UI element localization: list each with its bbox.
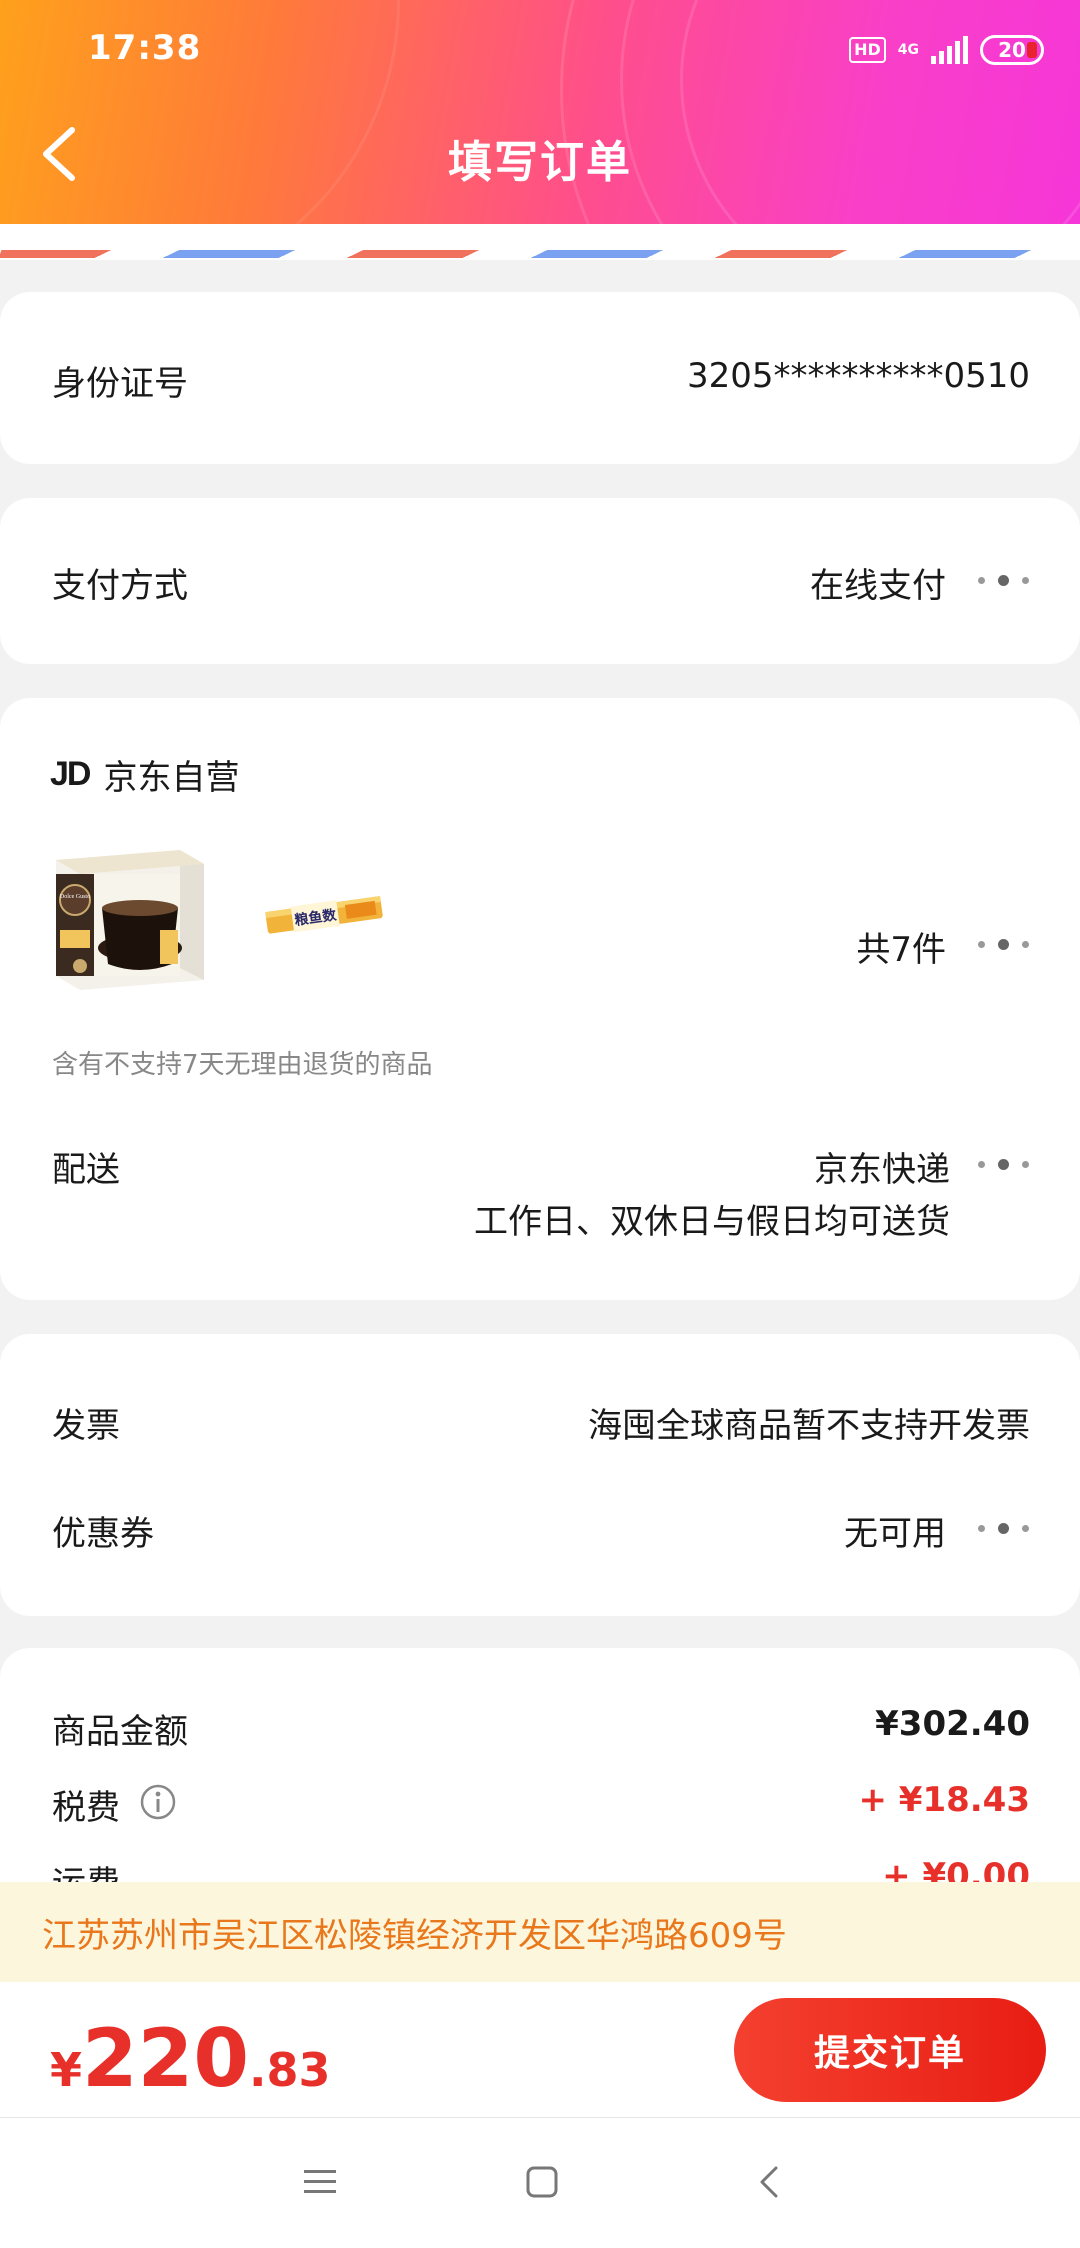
jd-logo: JD <box>50 755 91 793</box>
back-icon[interactable] <box>748 2160 792 2204</box>
address-text: 江苏苏州市吴江区松陵镇经济开发区华鸿路609号 <box>42 1915 787 1956</box>
network-type: 4G <box>897 42 919 58</box>
header: 17:38 HD 4G 20 填写订单 <box>0 0 1080 224</box>
no-return-note: 含有不支持7天无理由退货的商品 <box>52 1050 433 1080</box>
invoice-label: 发票 <box>52 1406 120 1446</box>
checkout-bar: ¥ 220 .83 提交订单 <box>0 1982 1080 2118</box>
item-count[interactable]: 共7件 <box>856 922 946 971</box>
id-card-section[interactable]: 身份证号 3205**********0510 <box>0 292 1080 464</box>
shop-section: JD 京东自营 Dolce Gusto 粮鱼数 共7件 含有不支持7天无理由退货… <box>0 698 1080 1300</box>
goods-amount-value: ¥302.40 <box>875 1704 1030 1744</box>
more-dots-icon[interactable] <box>978 938 1030 952</box>
battery-level: 20 <box>998 38 1026 62</box>
more-dots-icon[interactable] <box>978 1522 1030 1536</box>
menu-icon[interactable] <box>298 2160 342 2204</box>
home-icon[interactable] <box>520 2160 564 2204</box>
page-title: 填写订单 <box>448 137 632 188</box>
payment-section[interactable]: 支付方式 在线支付 <box>0 498 1080 664</box>
tax-label: 税费 <box>52 1788 120 1828</box>
invoice-coupon-section: 发票 海囤全球商品暂不支持开发票 优惠券 无可用 <box>0 1334 1080 1616</box>
more-dots-icon[interactable] <box>978 574 1030 588</box>
status-icons: HD 4G 20 <box>849 30 1044 70</box>
payment-label: 支付方式 <box>52 566 188 606</box>
coupon-value[interactable]: 无可用 <box>844 1506 946 1555</box>
delivery-label: 配送 <box>52 1150 120 1190</box>
network-indicator: 4G <box>898 43 919 57</box>
status-time: 17:38 <box>88 28 202 68</box>
invoice-value: 海囤全球商品暂不支持开发票 <box>588 1406 1030 1446</box>
id-card-label: 身份证号 <box>52 364 188 404</box>
total-currency: ¥ <box>50 2043 83 2097</box>
total-price: ¥ 220 .83 <box>50 2012 331 2105</box>
info-icon[interactable] <box>138 1782 178 1822</box>
status-bar: 17:38 HD 4G 20 <box>0 0 1080 100</box>
goods-amount-label: 商品金额 <box>52 1712 188 1752</box>
submit-order-button[interactable]: 提交订单 <box>734 1998 1046 2102</box>
coupon-label: 优惠券 <box>52 1514 154 1554</box>
shop-header: JD 京东自营 <box>50 750 239 799</box>
delivery-method[interactable]: 京东快递 <box>814 1142 950 1191</box>
shop-name: 京东自营 <box>103 758 240 798</box>
total-integer: 220 <box>82 2012 250 2105</box>
system-nav-bar <box>0 2118 1080 2248</box>
more-dots-icon[interactable] <box>978 1158 1030 1172</box>
product-brand-text: Dolce Gusto <box>60 894 90 900</box>
id-card-value: 3205**********0510 <box>686 356 1030 396</box>
address-bar[interactable]: 江苏苏州市吴江区松陵镇经济开发区华鸿路609号 <box>0 1882 1080 1982</box>
payment-value: 在线支付 <box>810 566 946 606</box>
battery-icon: 20 <box>980 35 1044 65</box>
airmail-divider <box>0 224 1080 260</box>
signal-icon <box>931 36 968 64</box>
tax-value: + ¥18.43 <box>858 1780 1030 1820</box>
product-image-candy[interactable]: 粮鱼数 <box>262 888 386 940</box>
hd-icon: HD <box>849 37 886 63</box>
product-image-coffee[interactable]: Dolce Gusto <box>50 838 210 994</box>
total-decimal: .83 <box>249 2043 331 2097</box>
delivery-time[interactable]: 工作日、双休日与假日均可送货 <box>474 1194 950 1243</box>
